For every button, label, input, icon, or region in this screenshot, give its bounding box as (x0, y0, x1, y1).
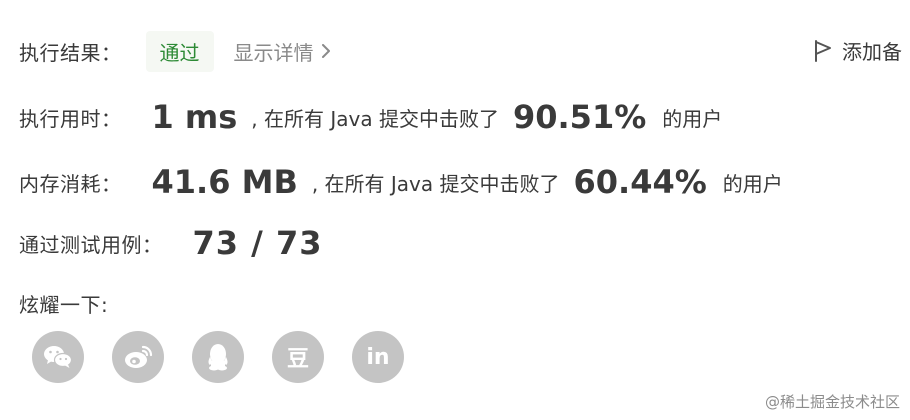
runtime-label: 执行用时： (19, 106, 122, 131)
runtime-percent: 90.51% (512, 98, 647, 136)
flag-icon (815, 39, 831, 62)
runtime-value: 1 ms (151, 98, 238, 136)
status-badge: 通过 (145, 30, 214, 72)
runtime-tail-text: 的用户 (662, 106, 723, 131)
douban-icon: 豆 (286, 347, 309, 372)
runtime-row: 执行用时： 1 ms , 在所有 Java 提交中击败了 90.51% 的用户 (19, 95, 722, 139)
chevron-right-icon (321, 44, 330, 58)
wechat-icon (44, 346, 73, 368)
share-label: 炫耀一下: (19, 292, 109, 317)
memory-value: 41.6 MB (151, 163, 298, 201)
result-row: 执行结果： 通过 显示详情 (19, 30, 330, 72)
memory-percent: 60.44% (573, 163, 707, 201)
share-row: 炫耀一下: (19, 288, 108, 318)
watermark: @稀土掘金技术社区 (764, 393, 900, 411)
result-label: 执行结果： (19, 40, 122, 65)
qq-icon (208, 344, 228, 371)
show-details-label: 显示详情 (233, 40, 314, 65)
runtime-beat-text: , 在所有 Java 提交中击败了 (251, 106, 499, 131)
weibo-share-button[interactable] (112, 331, 164, 383)
add-note-label: 添加备 (842, 40, 902, 64)
memory-label: 内存消耗： (19, 171, 122, 196)
memory-tail-text: 的用户 (722, 171, 783, 196)
memory-beat-text: , 在所有 Java 提交中击败了 (311, 171, 560, 196)
linkedin-share-button[interactable]: in (352, 331, 404, 383)
memory-row: 内存消耗： 41.6 MB , 在所有 Java 提交中击败了 60.44% 的… (19, 160, 783, 204)
show-details-link[interactable]: 显示详情 (234, 37, 330, 66)
add-note-button[interactable]: 添加备 (814, 36, 902, 65)
douban-share-button[interactable]: 豆 (272, 331, 324, 383)
linkedin-icon: in (366, 344, 390, 370)
wechat-share-button[interactable] (32, 331, 84, 383)
tests-label: 通过测试用例： (19, 232, 163, 257)
share-icons: 豆 in (32, 331, 432, 383)
tests-row: 通过测试用例： 73 / 73 (19, 221, 323, 265)
qq-share-button[interactable] (192, 331, 244, 383)
weibo-icon (125, 345, 153, 368)
tests-value: 73 / 73 (192, 224, 323, 262)
